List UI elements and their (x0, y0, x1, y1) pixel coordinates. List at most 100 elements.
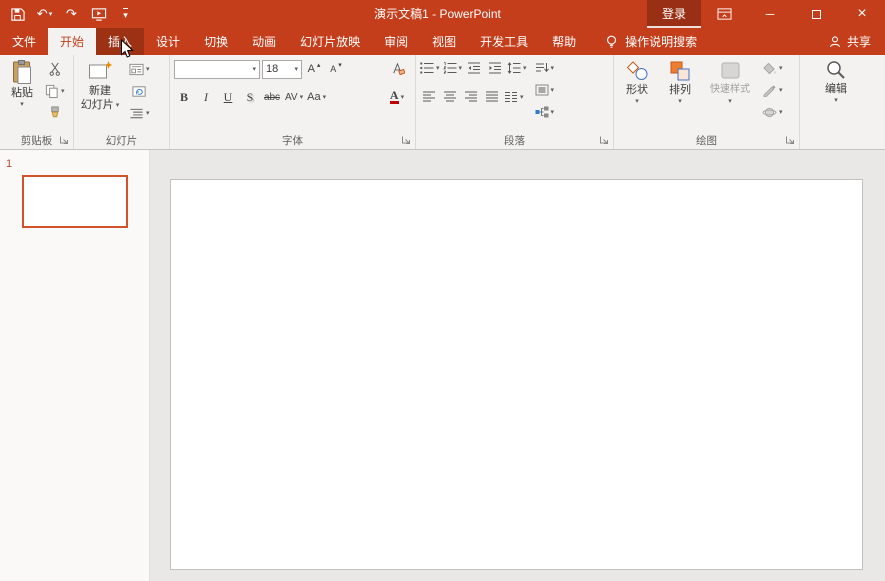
titlebar-controls: 登录 ─ × (646, 0, 885, 28)
font-size-combobox[interactable]: 18 ▾ (262, 59, 302, 79)
share-label: 共享 (846, 35, 871, 49)
person-icon (828, 35, 842, 49)
columns-button[interactable]: ▾ (503, 87, 525, 107)
tell-me-search[interactable]: 操作说明搜索 (594, 28, 707, 55)
font-name-combobox[interactable]: ▾ (174, 59, 260, 79)
bold-button[interactable]: B (174, 87, 194, 107)
redo-button[interactable]: ↷ (58, 0, 85, 28)
close-button[interactable]: × (839, 0, 885, 28)
ribbon-display-options-button[interactable] (701, 0, 747, 28)
slide-layout-icon (129, 63, 144, 76)
close-icon: × (857, 5, 867, 22)
paragraph-group: ▾ ▾ ▾ ▾ ▾ ▾ ▾ 段落 (416, 55, 614, 149)
bullets-button[interactable]: ▾ (419, 58, 441, 78)
decrease-indent-icon (467, 62, 481, 74)
tab-developer[interactable]: 开发工具 (468, 28, 540, 55)
shapes-button[interactable]: 形状 ▾ (616, 56, 658, 132)
tab-view[interactable]: 视图 (420, 28, 468, 55)
clear-formatting-button[interactable] (387, 59, 407, 79)
change-case-button[interactable]: Aa ▾ (306, 87, 327, 107)
tab-home[interactable]: 开始 (48, 28, 97, 55)
underline-button[interactable]: U (218, 87, 238, 107)
cut-button[interactable] (44, 59, 66, 79)
minimize-icon: ─ (765, 7, 775, 21)
align-center-button[interactable] (440, 87, 460, 107)
shape-fill-button[interactable]: ▾ (761, 58, 784, 78)
shape-effects-dropdown-icon: ▾ (779, 108, 783, 116)
strikethrough-button[interactable]: abc (262, 87, 282, 107)
align-text-button[interactable]: ▾ (534, 80, 556, 100)
slide-thumbnail[interactable] (22, 175, 128, 228)
tab-help[interactable]: 帮助 (540, 28, 588, 55)
convert-to-smartart-button[interactable]: ▾ (534, 102, 556, 122)
new-slide-icon (88, 60, 113, 83)
align-text-icon (535, 84, 549, 96)
customize-qat-button[interactable]: ▾ (112, 0, 139, 28)
line-spacing-button[interactable]: ▾ (506, 58, 528, 78)
justify-button[interactable] (482, 87, 502, 107)
increase-font-size-button[interactable]: A ▴ (304, 59, 324, 79)
font-dialog-launcher[interactable] (401, 135, 412, 146)
paste-dropdown-icon: ▾ (20, 101, 24, 108)
shape-fill-icon (762, 62, 777, 75)
copy-button[interactable]: ▾ (44, 81, 66, 101)
format-painter-button[interactable] (44, 103, 66, 123)
save-icon (10, 7, 25, 22)
drawing-dialog-launcher[interactable] (785, 135, 796, 146)
tab-review[interactable]: 审阅 (372, 28, 420, 55)
tab-file[interactable]: 文件 (0, 28, 48, 55)
tab-slideshow[interactable]: 幻灯片放映 (288, 28, 372, 55)
text-shadow-button[interactable]: S (240, 87, 260, 107)
share-button[interactable]: 共享 (814, 28, 885, 55)
clipboard-group: 粘贴 ▾ ▾ 剪贴板 (0, 55, 74, 149)
paste-button[interactable]: 粘贴 ▾ (2, 56, 42, 131)
text-direction-button[interactable]: ▾ (534, 58, 556, 78)
arrange-button[interactable]: 排列 ▾ (659, 56, 701, 132)
font-group: ▾ 18 ▾ A ▴ A ▾ B I U S abc AV ▾ Aa ▾ A ▾… (170, 55, 416, 149)
tab-insert[interactable]: 插入 (96, 28, 145, 55)
new-slide-button[interactable]: 新建 幻灯片 ▾ (76, 56, 124, 131)
title-bar: ↶ ▾ ↷ ▾ 演示文稿1 - PowerPoint 登录 ─ × (0, 0, 885, 28)
slideshow-icon (91, 7, 107, 22)
align-text-dropdown-icon: ▾ (550, 86, 555, 94)
slide-editing-area[interactable] (170, 179, 863, 570)
align-center-icon (443, 91, 457, 103)
ribbon: 粘贴 ▾ ▾ 剪贴板 新建 幻灯片 ▾ ▾ ▾ 幻灯片 ▾ 18 ▾ A ▴ A… (0, 55, 885, 150)
maximize-button[interactable] (793, 0, 839, 28)
numbering-button[interactable]: ▾ (442, 58, 464, 78)
tab-design[interactable]: 设计 (144, 28, 192, 55)
align-right-button[interactable] (461, 87, 481, 107)
font-size-dropdown-icon: ▾ (294, 65, 298, 73)
character-spacing-button[interactable]: AV ▾ (284, 87, 304, 107)
login-button[interactable]: 登录 (646, 0, 701, 28)
clipboard-dialog-launcher[interactable] (59, 135, 70, 146)
save-button[interactable] (4, 0, 31, 28)
lightbulb-icon (604, 34, 619, 49)
paragraph-dialog-launcher[interactable] (599, 135, 610, 146)
decrease-indent-button[interactable] (464, 58, 484, 78)
italic-button[interactable]: I (196, 87, 216, 107)
cut-icon (48, 62, 62, 76)
section-button[interactable]: ▾ (128, 103, 151, 123)
align-left-button[interactable] (419, 87, 439, 107)
increase-indent-button[interactable] (485, 58, 505, 78)
section-icon (129, 107, 144, 120)
font-color-button[interactable]: A ▾ (387, 87, 407, 107)
minimize-button[interactable]: ─ (747, 0, 793, 28)
tab-transitions[interactable]: 切换 (192, 28, 240, 55)
character-spacing-dropdown-icon: ▾ (299, 93, 304, 101)
decrease-font-size-button[interactable]: A ▾ (326, 59, 346, 79)
editing-button[interactable]: 编辑 ▾ (814, 55, 858, 132)
start-slideshow-button[interactable] (85, 0, 112, 28)
paste-icon (11, 60, 34, 85)
tab-animations[interactable]: 动画 (240, 28, 288, 55)
reset-slide-button[interactable] (128, 81, 151, 101)
decrease-font-icon: ▾ (338, 62, 342, 69)
undo-button[interactable]: ↶ ▾ (31, 0, 58, 28)
shape-effects-button[interactable]: ▾ (761, 102, 784, 122)
quick-styles-button[interactable]: 快速样式 ▾ (702, 56, 758, 132)
font-name-dropdown-icon: ▾ (252, 65, 256, 73)
slide-layout-button[interactable]: ▾ (128, 59, 151, 79)
slides-group: 新建 幻灯片 ▾ ▾ ▾ 幻灯片 (74, 55, 170, 149)
shape-outline-button[interactable]: ▾ (761, 80, 784, 100)
